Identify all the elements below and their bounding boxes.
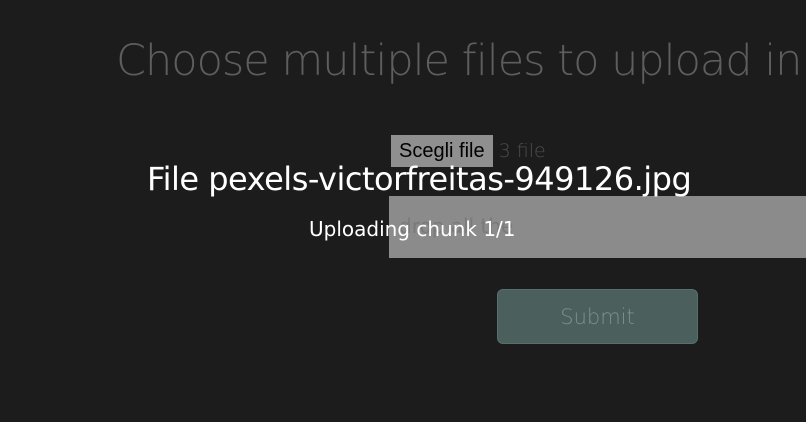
- page-title: Choose multiple files to upload in th: [116, 36, 806, 86]
- upload-status-text: Uploading chunk 1/1: [309, 217, 516, 241]
- upload-page: Choose multiple files to upload in th Sc…: [0, 0, 806, 422]
- submit-button[interactable]: Submit: [497, 289, 698, 344]
- uploading-file-name: File pexels-victorfreitas-949126.jpg: [147, 160, 692, 198]
- selected-files-count: 3 file: [498, 140, 546, 162]
